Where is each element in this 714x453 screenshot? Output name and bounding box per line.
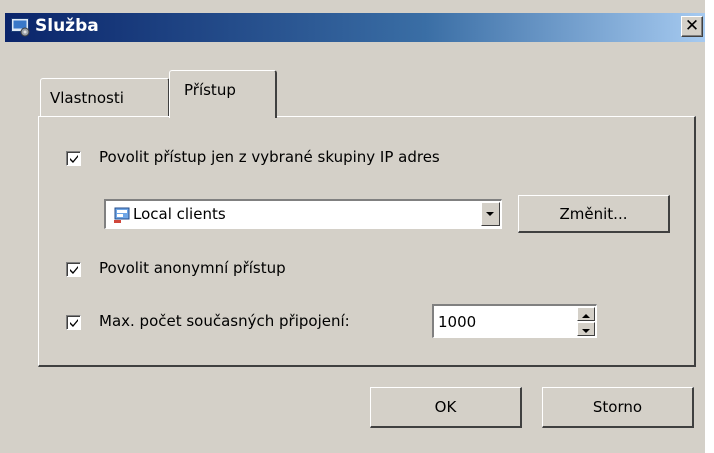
max-connections-stepper[interactable]: 1000 [432, 304, 597, 338]
change-button-label: Změnit... [559, 205, 628, 223]
service-dialog: Služba ✕ Vlastnosti Přístup Povolit přís… [0, 0, 714, 453]
max-connections-value[interactable]: 1000 [438, 313, 476, 331]
restrict-ip-checkbox[interactable] [66, 151, 81, 166]
restrict-ip-label: Povolit přístup jen z vybrané skupiny IP… [99, 148, 440, 166]
ip-group-value: Local clients [133, 205, 226, 223]
app-icon [11, 18, 31, 37]
tab-pristup[interactable]: Přístup [169, 70, 277, 118]
anonymous-access-label: Povolit anonymní přístup [99, 259, 286, 277]
anonymous-access-checkbox[interactable] [66, 262, 81, 277]
tab-label: Přístup [184, 81, 236, 99]
max-connections-label: Max. počet současných připojení: [99, 312, 350, 330]
checkmark-icon [70, 155, 78, 163]
checkmark-icon [70, 266, 78, 274]
window-title: Služba [35, 16, 99, 36]
network-group-icon [114, 207, 130, 223]
stepper-down-icon[interactable] [577, 322, 595, 336]
max-connections-checkbox[interactable] [66, 315, 81, 330]
change-button[interactable]: Změnit... [518, 195, 670, 233]
window-edge [705, 0, 714, 453]
ip-group-select[interactable]: Local clients [104, 199, 502, 229]
cancel-button[interactable]: Storno [542, 387, 694, 428]
ok-button[interactable]: OK [370, 387, 522, 428]
close-icon[interactable]: ✕ [681, 16, 703, 37]
tab-label: Vlastnosti [50, 89, 124, 107]
stepper-buttons [577, 307, 595, 336]
checkmark-icon [70, 319, 78, 327]
stepper-up-icon[interactable] [577, 307, 595, 321]
cancel-button-label: Storno [592, 398, 643, 416]
chevron-down-icon[interactable] [481, 202, 500, 226]
title-bar[interactable]: Služba ✕ [5, 13, 705, 42]
tab-vlastnosti[interactable]: Vlastnosti [40, 78, 170, 116]
ok-button-label: OK [434, 398, 457, 416]
